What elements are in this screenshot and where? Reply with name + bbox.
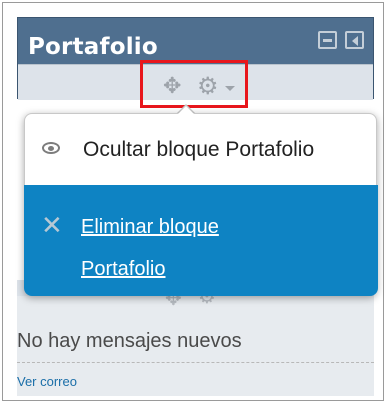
divider [17, 362, 374, 363]
block-actions-menu: Ocultar bloque Portafolio ✕ Eliminar blo… [24, 113, 378, 296]
x-icon: ✕ [41, 211, 63, 241]
dock-icon[interactable] [345, 31, 364, 49]
menu-pointer-inner [178, 106, 194, 114]
delete-block-link-continued[interactable]: Portafolio [81, 258, 166, 281]
delete-block-link[interactable]: Eliminar bloque [81, 216, 219, 239]
menu-item-hide-block[interactable]: Ocultar bloque Portafolio [25, 114, 376, 184]
annotation-highlight-box [140, 60, 248, 108]
eye-icon [42, 142, 60, 154]
view-mail-link[interactable]: Ver correo [17, 374, 77, 389]
hide-block-label: Ocultar bloque Portafolio [83, 138, 315, 161]
block-title: Portafolio [28, 34, 158, 60]
minimize-icon[interactable] [318, 31, 337, 49]
no-messages-text: No hay mensajes nuevos [17, 330, 242, 352]
menu-item-delete-block[interactable]: ✕ Eliminar bloque Portafolio [24, 185, 378, 296]
